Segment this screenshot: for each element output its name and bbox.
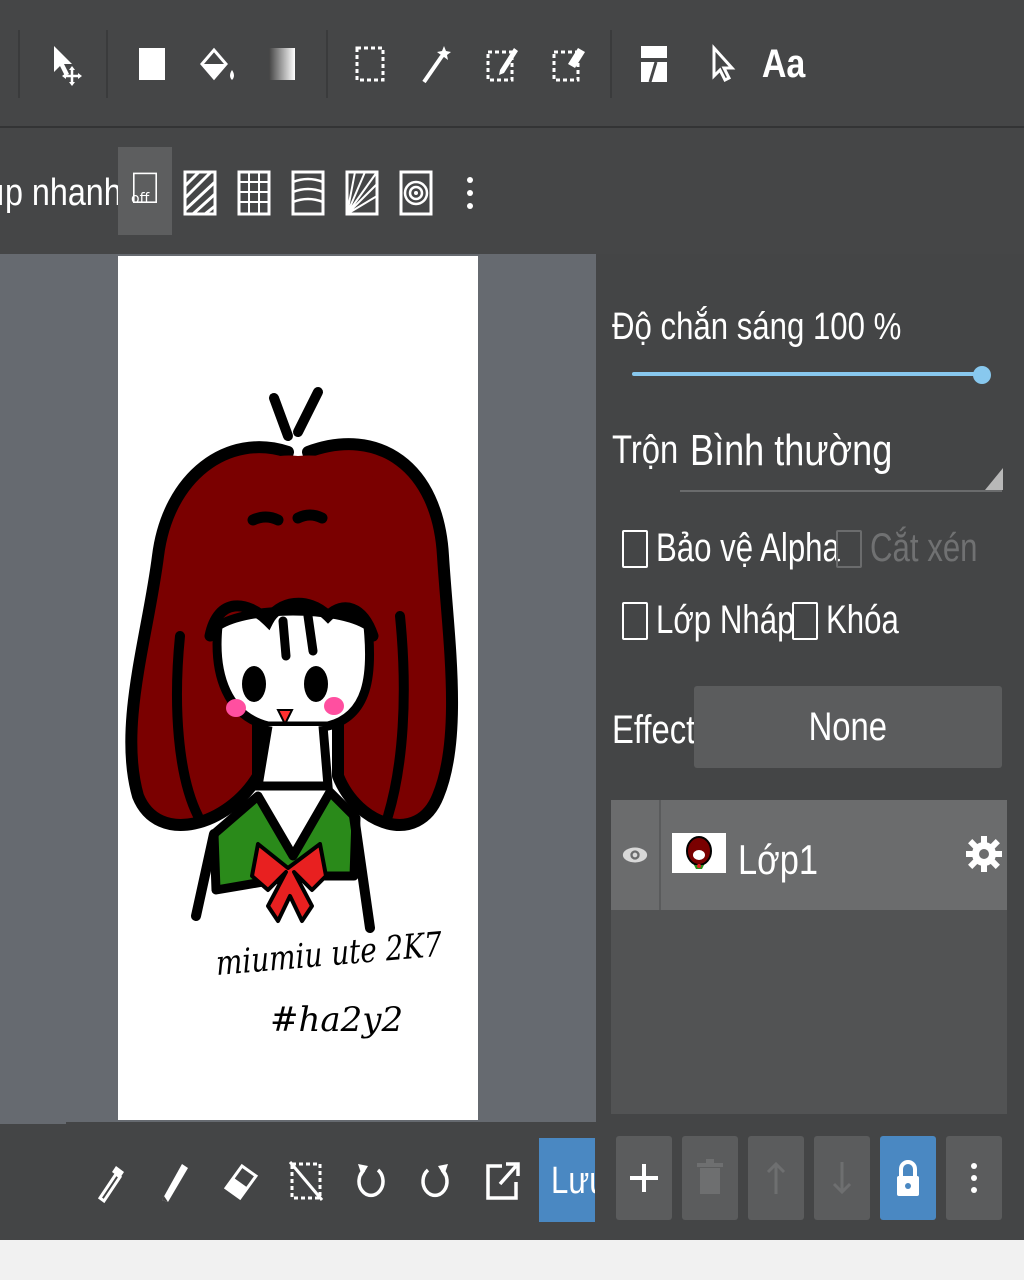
snap-off-button[interactable]: off: [118, 147, 172, 235]
effect-value: None: [808, 704, 888, 749]
select-eraser-tool-icon[interactable]: [540, 36, 596, 92]
effect-button[interactable]: None: [694, 686, 1002, 768]
drawing-canvas[interactable]: miumiu ute 2K7 #ha2y2: [118, 256, 478, 1120]
add-layer-button[interactable]: [616, 1136, 672, 1220]
effect-label: Effect: [612, 708, 696, 752]
pen-icon[interactable]: [148, 1150, 200, 1210]
lock-layer-button[interactable]: [880, 1136, 936, 1220]
clipping-label: Cắt xén: [870, 526, 978, 570]
rectangle-select-tool-icon[interactable]: [342, 36, 398, 92]
layer-thumbnail: [672, 833, 726, 873]
opacity-label-text: Độ chắn sáng: [612, 306, 805, 348]
protect-alpha-checkbox[interactable]: [622, 530, 648, 568]
chibi-girl-drawing: [125, 387, 459, 933]
layer-settings-gear-icon[interactable]: [964, 832, 1004, 876]
snap-curve-icon[interactable]: [284, 165, 332, 221]
lock-label: Khóa: [826, 598, 899, 642]
snap-circle-icon[interactable]: [392, 165, 440, 221]
move-layer-up-button[interactable]: [748, 1136, 804, 1220]
blend-mode-select[interactable]: Bình thường: [690, 426, 892, 476]
toolbar-separator: [610, 30, 612, 98]
clipping-checkbox[interactable]: [836, 530, 862, 568]
magic-wand-tool-icon[interactable]: [408, 36, 464, 92]
bucket-tool-icon[interactable]: [188, 36, 244, 92]
blend-mode-underline: [680, 490, 1002, 492]
layer-more-menu-icon[interactable]: [946, 1136, 1002, 1220]
eyedropper-icon[interactable]: [84, 1150, 136, 1210]
undo-icon[interactable]: [344, 1150, 396, 1210]
visibility-eye-icon[interactable]: [611, 800, 661, 910]
toolbar-separator: [106, 30, 108, 98]
save-label: Lưu: [551, 1160, 595, 1202]
deselect-icon[interactable]: [280, 1150, 332, 1210]
protect-alpha-label: Bảo vệ Alpha: [656, 526, 840, 570]
text-tool-icon[interactable]: Aa: [756, 36, 812, 92]
gradient-tool-icon[interactable]: [254, 36, 310, 92]
fill-rectangle-tool-icon[interactable]: [124, 36, 180, 92]
snap-parallel-icon[interactable]: [176, 165, 224, 221]
save-button[interactable]: Lưu: [539, 1138, 595, 1222]
quick-snap-label: ıp nhanh: [0, 172, 122, 214]
export-icon[interactable]: [476, 1150, 528, 1210]
opacity-label: Độ chắn sáng 100 %: [612, 306, 901, 349]
blend-label: Trộn: [612, 428, 679, 472]
move-tool-icon[interactable]: [36, 36, 92, 92]
draft-layer-checkbox[interactable]: [622, 602, 648, 640]
lock-checkbox[interactable]: [792, 602, 818, 640]
signature-line-2: #ha2y2: [270, 1000, 404, 1040]
opacity-slider-track[interactable]: [632, 372, 986, 376]
system-navigation-bar: [0, 1240, 1024, 1280]
text-tool-label: Aa: [762, 41, 806, 86]
dropdown-arrow-icon[interactable]: [985, 468, 1003, 490]
snap-off-label: off: [131, 191, 150, 207]
snap-grid-icon[interactable]: [230, 165, 278, 221]
frame-divider-tool-icon[interactable]: [626, 36, 682, 92]
snap-radial-icon[interactable]: [338, 165, 386, 221]
move-layer-down-button[interactable]: [814, 1136, 870, 1220]
pointer-tool-icon[interactable]: [692, 36, 748, 92]
opacity-slider-handle[interactable]: [973, 366, 991, 384]
eraser-icon[interactable]: [214, 1150, 266, 1210]
select-pen-tool-icon[interactable]: [474, 36, 530, 92]
snap-more-icon[interactable]: [446, 165, 494, 221]
toolbar-separator: [326, 30, 328, 98]
draft-layer-label: Lớp Nháp: [656, 598, 795, 642]
toolbar-separator: [18, 30, 20, 98]
redo-icon[interactable]: [410, 1150, 462, 1210]
opacity-value: 100: [812, 306, 865, 348]
opacity-unit: %: [873, 306, 902, 348]
delete-layer-button[interactable]: [682, 1136, 738, 1220]
layer-name: Lớp1: [738, 836, 819, 883]
